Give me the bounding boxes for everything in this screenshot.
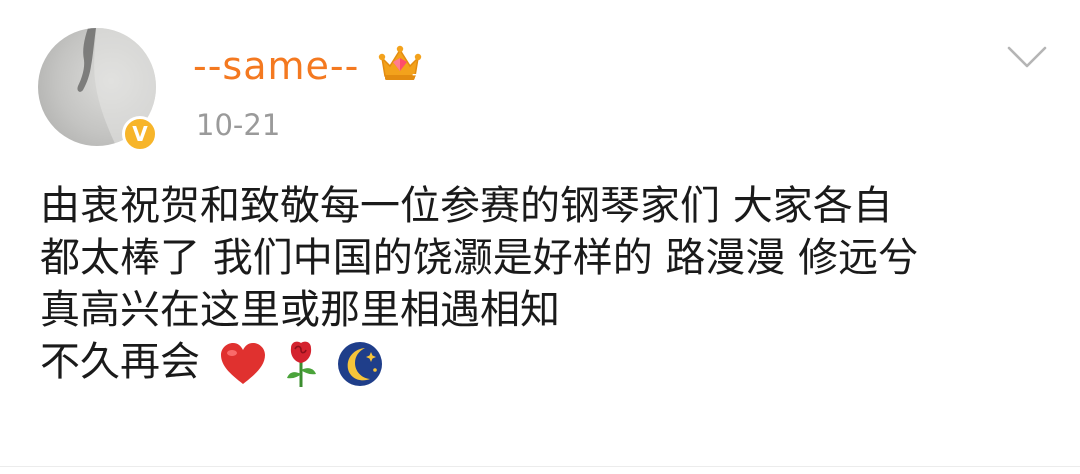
divider — [0, 466, 1080, 467]
rose-emoji — [286, 341, 316, 387]
post-text: 由衷祝贺和致敬每一位参赛的钢琴家们 大家各自 都太棒了 我们中国的饶灏是好样的 … — [40, 180, 1050, 388]
post-date: 10-21 — [196, 108, 281, 142]
moon-emoji — [337, 342, 382, 386]
post-text-line: 不久再会 — [40, 339, 200, 385]
post-text-line: 真高兴在这里或那里相遇相知 — [40, 287, 560, 333]
chevron-down-icon[interactable] — [1006, 44, 1048, 70]
verified-badge: V — [122, 116, 158, 152]
weibo-post: V --same-- 7 10-21 由衷祝贺和致敬每一位参赛的钢琴家们 大家各… — [0, 0, 1080, 474]
post-text-line: 由衷祝贺和致敬每一位参赛的钢琴家们 大家各自 — [40, 183, 893, 229]
emoji-group — [219, 340, 385, 388]
heart-emoji — [220, 343, 265, 384]
post-text-line: 都太棒了 我们中国的饶灏是好样的 路漫漫 修远兮 — [40, 235, 919, 281]
post-text-last-line: 不久再会 — [40, 336, 1050, 388]
username[interactable]: --same-- — [193, 44, 359, 88]
svg-text:7: 7 — [412, 73, 419, 84]
crown-icon[interactable]: 7 — [378, 42, 422, 84]
